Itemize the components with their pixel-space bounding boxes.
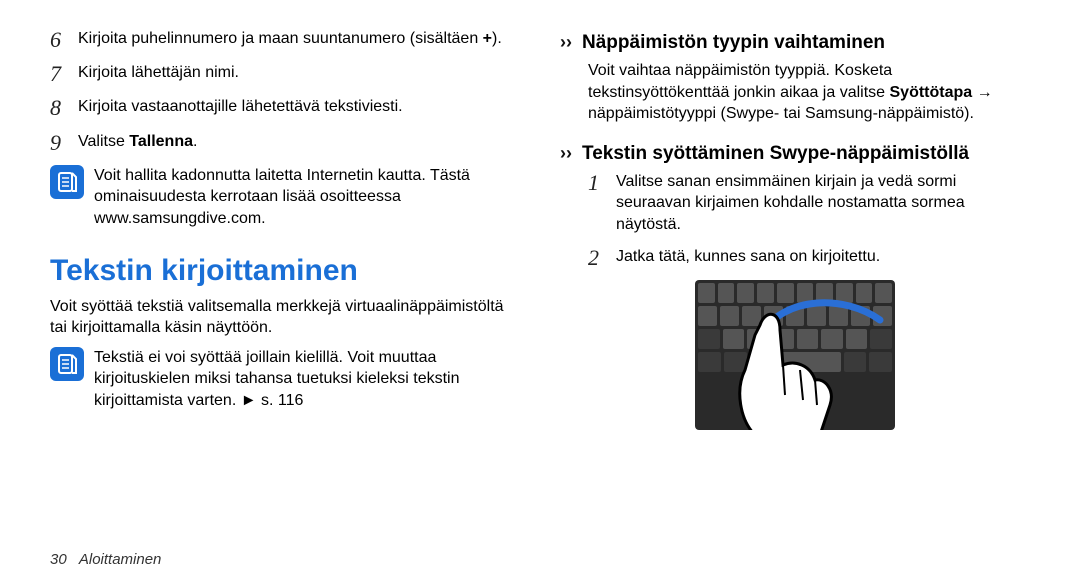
subheading-keyboard-type: ›› Näppäimistön tyypin vaihtaminen xyxy=(560,32,1030,54)
section-title: Aloittaminen xyxy=(79,551,162,568)
body-text: Voit syöttää tekstiä valitsemalla merkke… xyxy=(50,296,520,339)
step-6: 6 Kirjoita puhelinnumero ja maan suuntan… xyxy=(50,28,520,52)
keyboard-illustration xyxy=(560,280,1030,430)
note-block: Voit hallita kadonnutta laitetta Interne… xyxy=(50,165,520,230)
step-text: Kirjoita lähettäjän nimi. xyxy=(78,62,520,84)
step-number: 1 xyxy=(588,171,616,195)
body-text: Voit vaihtaa näppäimistön tyyppiä. Koske… xyxy=(560,60,1030,125)
swype-step-1: 1 Valitse sanan ensimmäinen kirjain ja v… xyxy=(560,171,1030,236)
step-number: 6 xyxy=(50,28,78,52)
page-footer: 30 Aloittaminen xyxy=(50,551,161,568)
note-text: Voit hallita kadonnutta laitetta Interne… xyxy=(94,165,520,230)
step-text: Jatka tätä, kunnes sana on kirjoitettu. xyxy=(616,246,1030,268)
note-block: Tekstiä ei voi syöttää joillain kielillä… xyxy=(50,347,520,412)
step-text: Kirjoita vastaanottajille lähetettävä te… xyxy=(78,96,520,118)
step-text: Kirjoita puhelinnumero ja maan suuntanum… xyxy=(78,28,520,50)
swype-step-2: 2 Jatka tätä, kunnes sana on kirjoitettu… xyxy=(560,246,1030,270)
step-7: 7 Kirjoita lähettäjän nimi. xyxy=(50,62,520,86)
section-heading: Tekstin kirjoittaminen xyxy=(50,254,520,288)
step-number: 2 xyxy=(588,246,616,270)
step-text: Valitse Tallenna. xyxy=(78,131,520,153)
step-number: 8 xyxy=(50,96,78,120)
note-text: Tekstiä ei voi syöttää joillain kielillä… xyxy=(94,347,520,412)
step-number: 7 xyxy=(50,62,78,86)
note-icon xyxy=(50,165,84,199)
keyboard xyxy=(695,280,895,430)
step-9: 9 Valitse Tallenna. xyxy=(50,131,520,155)
step-number: 9 xyxy=(50,131,78,155)
note-icon xyxy=(50,347,84,381)
step-text: Valitse sanan ensimmäinen kirjain ja ved… xyxy=(616,171,1030,236)
subheading-swype: ›› Tekstin syöttäminen Swype-näppäimistö… xyxy=(560,143,1030,165)
step-8: 8 Kirjoita vastaanottajille lähetettävä … xyxy=(50,96,520,120)
chevron-icon: ›› xyxy=(560,143,572,164)
page-number: 30 xyxy=(50,551,67,568)
chevron-icon: ›› xyxy=(560,32,572,53)
